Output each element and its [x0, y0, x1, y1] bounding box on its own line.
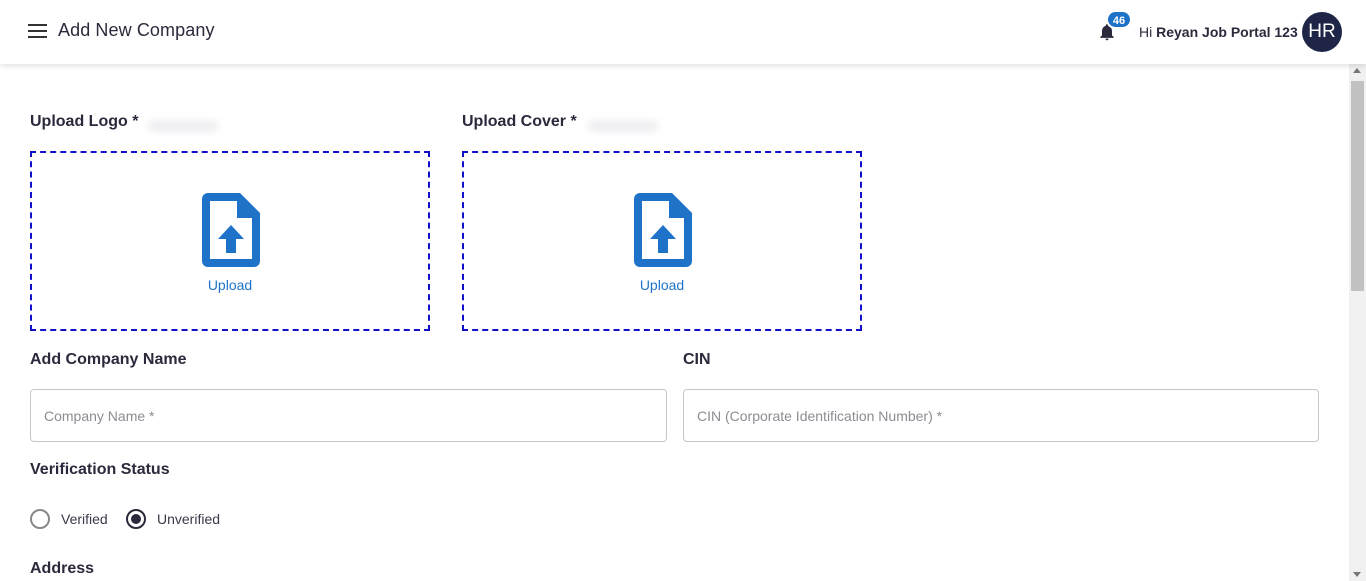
top-app-bar: Add New Company 46 Hi Reyan Job Portal 1… [0, 0, 1366, 64]
cin-input[interactable] [683, 389, 1319, 442]
cin-label: CIN [683, 351, 711, 368]
blurred-hint [588, 121, 658, 131]
user-name: Reyan Job Portal 123 [1156, 24, 1298, 40]
notification-count-badge: 46 [1106, 10, 1132, 29]
address-label: Address [30, 560, 95, 577]
radio-unverified[interactable] [126, 509, 146, 529]
company-name-label: Add Company Name [30, 351, 187, 368]
upload-logo-dropzone[interactable]: Upload [30, 151, 430, 331]
upload-cover-text: Upload [639, 277, 685, 293]
avatar[interactable]: HR [1302, 12, 1342, 52]
scroll-down-arrow-icon[interactable] [1353, 572, 1361, 577]
file-upload-icon [202, 193, 260, 267]
upload-logo-text: Upload [207, 277, 253, 293]
hamburger-menu-icon[interactable] [28, 24, 48, 40]
scroll-thumb[interactable] [1351, 81, 1364, 291]
upload-cover-dropzone[interactable]: Upload [462, 151, 862, 331]
radio-verified[interactable] [30, 509, 50, 529]
user-greeting: Hi Reyan Job Portal 123 [1139, 24, 1298, 40]
upload-logo-label: Upload Logo * [30, 113, 139, 130]
company-name-input[interactable] [30, 389, 667, 442]
vertical-scrollbar[interactable] [1349, 64, 1366, 581]
verification-status-label: Verification Status [30, 461, 170, 478]
radio-unverified-label[interactable]: Unverified [157, 511, 220, 527]
page-title: Add New Company [58, 20, 215, 40]
blurred-hint [148, 121, 218, 131]
scroll-up-arrow-icon[interactable] [1353, 68, 1361, 73]
greeting-prefix: Hi [1139, 24, 1153, 40]
upload-cover-label: Upload Cover * [462, 113, 577, 130]
radio-verified-label[interactable]: Verified [61, 511, 108, 527]
file-upload-icon [634, 193, 692, 267]
